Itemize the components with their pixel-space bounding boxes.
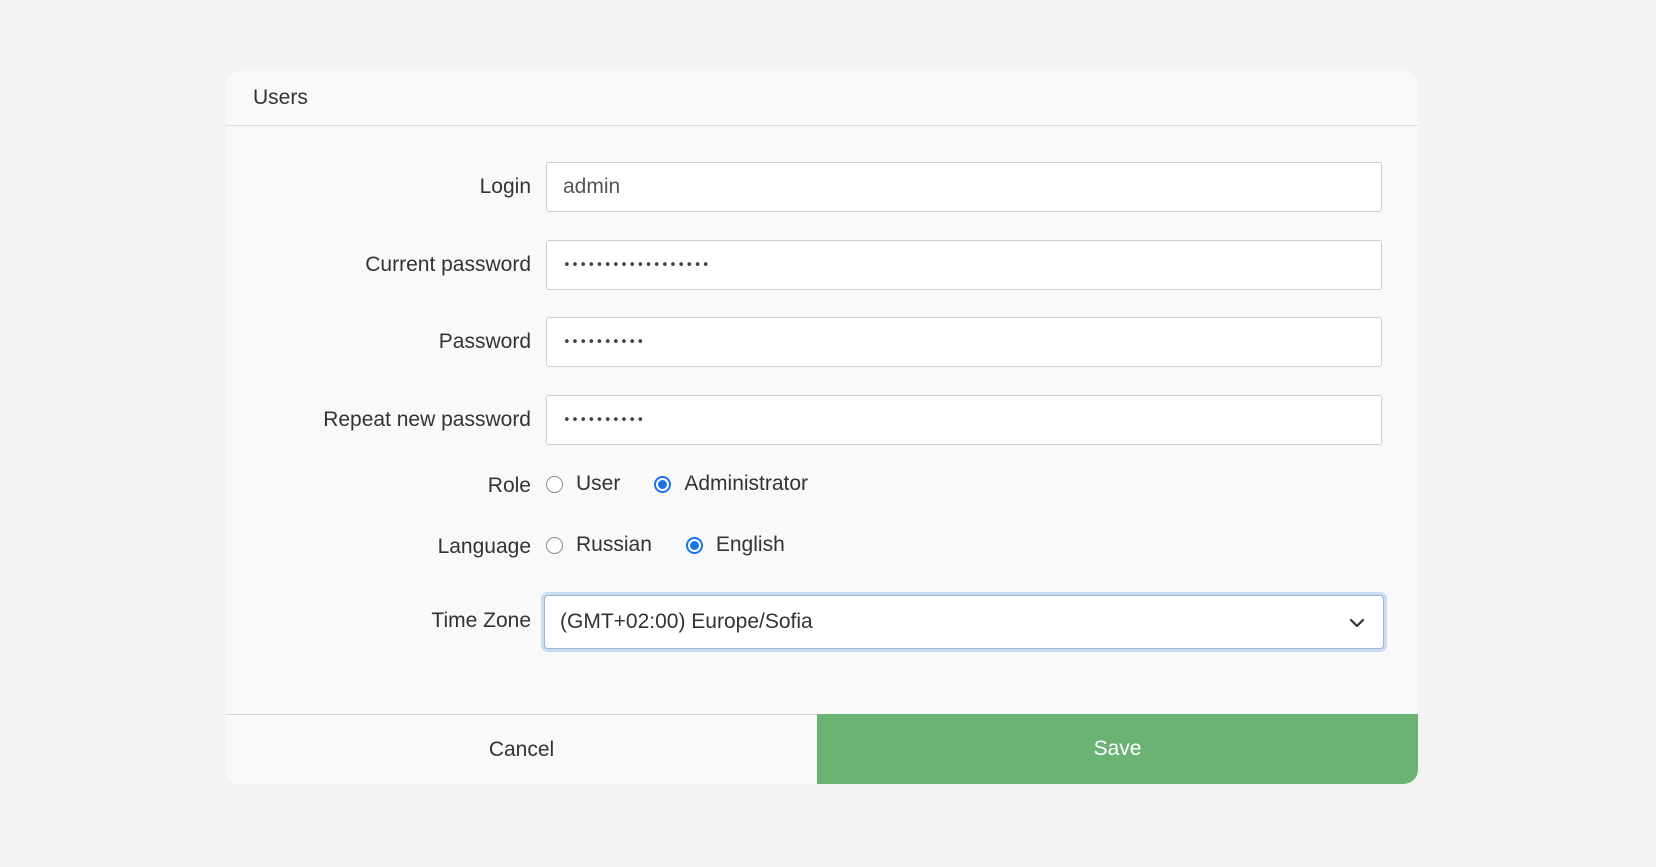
- language-russian-label: Russian: [576, 533, 652, 556]
- role-user-option[interactable]: User: [546, 472, 620, 496]
- language-english-radio[interactable]: [685, 536, 703, 554]
- repeat-password-row: Repeat new password ••••••••••: [226, 395, 1418, 445]
- role-row: Role User Administrator: [226, 469, 1418, 499]
- dialog-footer: Cancel Save: [226, 714, 1418, 784]
- save-button[interactable]: Save: [817, 714, 1418, 784]
- role-radio-group: User Administrator: [546, 469, 842, 499]
- chevron-down-icon[interactable]: [1347, 613, 1367, 633]
- users-dialog: Users Login admin Current password •••••…: [226, 71, 1418, 784]
- password-field[interactable]: ••••••••••: [546, 317, 1382, 367]
- password-label: Password: [438, 330, 531, 353]
- language-row: Language Russian English: [226, 530, 1418, 560]
- role-label: Role: [487, 474, 531, 497]
- current-password-row: Current password ••••••••••••••••••: [226, 240, 1418, 290]
- role-user-radio[interactable]: [546, 475, 563, 493]
- language-english-option[interactable]: English: [685, 533, 785, 557]
- login-row: Login admin: [226, 162, 1418, 212]
- repeat-password-field[interactable]: ••••••••••: [546, 395, 1382, 445]
- role-administrator-radio[interactable]: [654, 475, 672, 493]
- language-radio-group: Russian English: [546, 530, 819, 560]
- language-english-label: English: [715, 533, 785, 556]
- role-administrator-option[interactable]: Administrator: [654, 472, 808, 496]
- role-user-label: User: [576, 472, 621, 495]
- language-russian-option[interactable]: Russian: [546, 533, 652, 557]
- current-password-label: Current password: [365, 253, 531, 276]
- timezone-value: (GMT+02:00) Europe/Sofia: [560, 610, 813, 633]
- language-russian-radio[interactable]: [546, 536, 563, 554]
- current-password-field[interactable]: ••••••••••••••••••: [546, 240, 1382, 290]
- timezone-label: Time Zone: [431, 609, 531, 632]
- repeat-password-label: Repeat new password: [323, 408, 531, 431]
- timezone-select[interactable]: (GMT+02:00) Europe/Sofia: [544, 595, 1384, 649]
- password-row: Password ••••••••••: [226, 317, 1418, 367]
- login-label: Login: [479, 175, 531, 198]
- timezone-row: Time Zone (GMT+02:00) Europe/Sofia: [226, 595, 1418, 649]
- role-administrator-label: Administrator: [684, 472, 809, 495]
- dialog-title: Users: [226, 71, 1418, 126]
- login-field[interactable]: admin: [546, 162, 1382, 212]
- cancel-button[interactable]: Cancel: [226, 715, 817, 784]
- language-label: Language: [437, 535, 531, 558]
